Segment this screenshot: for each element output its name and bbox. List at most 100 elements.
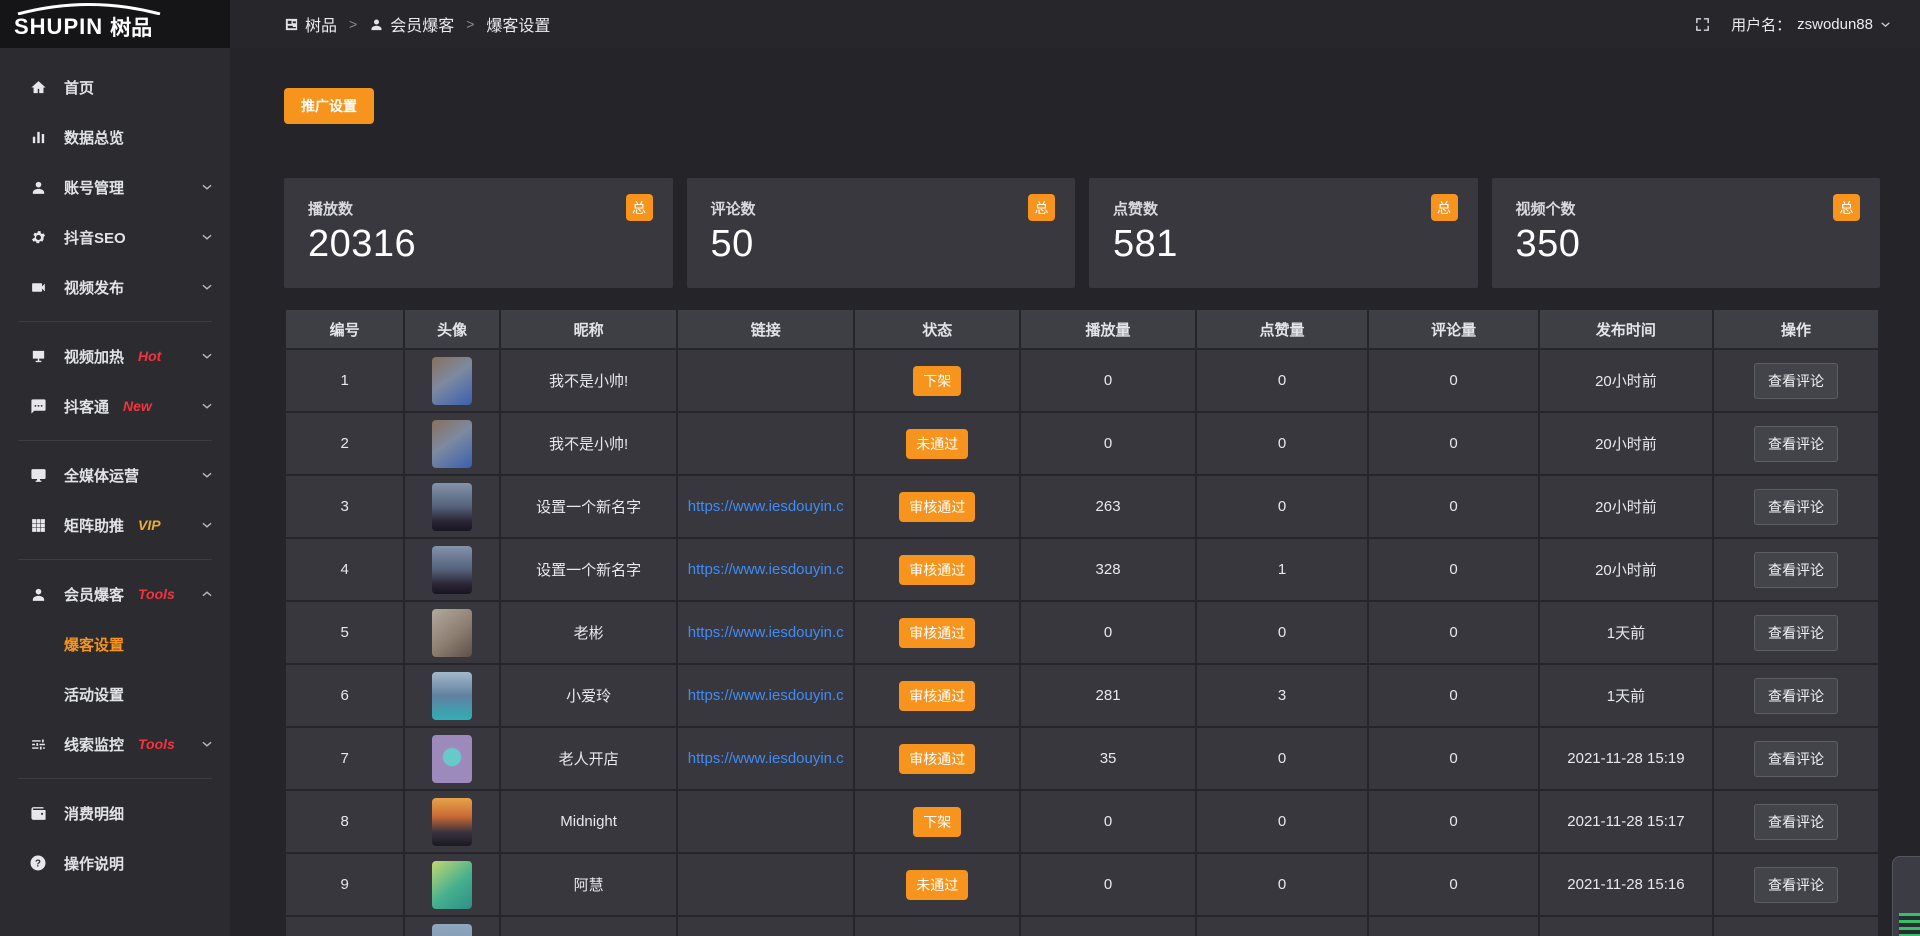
cell-id: 1 <box>284 350 405 413</box>
cell-id <box>284 917 405 936</box>
view-comments-button[interactable]: 查看评论 <box>1754 804 1838 840</box>
cell-plays: 35 <box>1021 728 1197 791</box>
logo-text-cn: 树品 <box>110 12 152 42</box>
cell-avatar <box>405 602 501 665</box>
sidebar-item[interactable]: 数据总览 <box>0 112 230 162</box>
sidebar-item[interactable]: ? 操作说明 <box>0 838 230 888</box>
panel-icon <box>284 17 299 32</box>
sidebar-item[interactable]: 会员爆客 Tools <box>0 569 230 619</box>
cell-plays <box>1021 917 1197 936</box>
cell-time: 1天前 <box>1540 602 1714 665</box>
cell-action: 查看评论 <box>1714 728 1880 791</box>
logo-text-en: SHUPIN <box>14 14 103 40</box>
sidebar-item-label: 矩阵助推 <box>64 515 124 536</box>
user-menu[interactable]: 用户名：zswodun88 <box>1731 14 1892 35</box>
table-row: 7 老人开店 https://www.iesdouyin.c 审核通过 35 0… <box>284 728 1880 791</box>
sidebar-item-tag: Tools <box>138 736 175 752</box>
cell-comments <box>1369 917 1540 936</box>
table-row <box>284 917 1880 936</box>
sidebar-item-label: 账号管理 <box>64 177 124 198</box>
view-comments-button[interactable]: 查看评论 <box>1754 615 1838 651</box>
svg-text:?: ? <box>35 858 41 869</box>
status-badge: 未通过 <box>906 429 968 459</box>
cell-nickname: Midnight <box>501 791 678 854</box>
status-badge: 审核通过 <box>899 555 975 585</box>
stat-total-badge: 总 <box>626 194 653 221</box>
table-body: 1 我不是小帅! 下架 0 0 0 20小时前 查看评论 2 我不是小帅! 未通… <box>284 350 1880 936</box>
sidebar-item[interactable]: 视频发布 <box>0 262 230 312</box>
stat-card: 视频个数 350 总 <box>1492 178 1881 288</box>
topbar: 树品 > 会员爆客 > 爆客设置 用户名：zswodun88 <box>230 0 1920 48</box>
stat-card: 播放数 20316 总 <box>284 178 673 288</box>
table-header-cell: 头像 <box>405 308 501 350</box>
sidebar: 首页 数据总览 账号管理 抖音SEO 视频发布 视频加热 Hot 抖客通 New… <box>0 48 230 936</box>
view-comments-button[interactable]: 查看评论 <box>1754 678 1838 714</box>
stat-total-badge: 总 <box>1431 194 1458 221</box>
user-icon <box>369 17 384 32</box>
sidebar-item[interactable]: 矩阵助推 VIP <box>0 500 230 550</box>
sidebar-item[interactable]: 抖客通 New <box>0 381 230 431</box>
logo-arc <box>14 3 164 15</box>
sidebar-divider <box>18 321 212 322</box>
sidebar-item[interactable]: 消费明细 <box>0 788 230 838</box>
promotion-settings-button[interactable]: 推广设置 <box>284 88 374 124</box>
cell-likes: 0 <box>1197 413 1369 476</box>
sidebar-item-label: 视频加热 <box>64 346 124 367</box>
table-row: 4 设置一个新名字 https://www.iesdouyin.c 审核通过 3… <box>284 539 1880 602</box>
sidebar-item-label: 数据总览 <box>64 127 124 148</box>
cell-time: 20小时前 <box>1540 350 1714 413</box>
view-comments-button[interactable]: 查看评论 <box>1754 489 1838 525</box>
floating-widget[interactable] <box>1892 856 1920 936</box>
cell-link <box>678 917 855 936</box>
monitor-icon <box>28 467 48 484</box>
cell-link: https://www.iesdouyin.c <box>678 602 855 665</box>
app-logo[interactable]: SHUPIN 树品 <box>0 0 230 48</box>
breadcrumb-item-home[interactable]: 树品 <box>284 12 337 36</box>
sidebar-subitem[interactable]: 爆客设置 <box>0 619 230 669</box>
profile-link[interactable]: https://www.iesdouyin.c <box>688 750 844 767</box>
status-badge: 审核通过 <box>899 681 975 711</box>
view-comments-button[interactable]: 查看评论 <box>1754 552 1838 588</box>
cell-link: https://www.iesdouyin.c <box>678 728 855 791</box>
sidebar-item[interactable]: 全媒体运营 <box>0 450 230 500</box>
sidebar-item[interactable]: 首页 <box>0 62 230 112</box>
chat-icon <box>28 398 48 415</box>
cell-status: 审核通过 <box>855 728 1021 791</box>
profile-link[interactable]: https://www.iesdouyin.c <box>688 687 844 704</box>
profile-link[interactable]: https://www.iesdouyin.c <box>688 624 844 641</box>
cell-link <box>678 791 855 854</box>
avatar <box>432 861 472 909</box>
sidebar-nav: 首页 数据总览 账号管理 抖音SEO 视频发布 视频加热 Hot 抖客通 New… <box>0 62 230 888</box>
sidebar-subitem[interactable]: 活动设置 <box>0 669 230 719</box>
cell-comments: 0 <box>1369 539 1540 602</box>
table-header-cell: 点赞量 <box>1197 308 1369 350</box>
view-comments-button[interactable]: 查看评论 <box>1754 867 1838 903</box>
sidebar-divider <box>18 778 212 779</box>
view-comments-button[interactable]: 查看评论 <box>1754 363 1838 399</box>
stat-label: 视频个数 <box>1516 198 1857 219</box>
sidebar-item[interactable]: 账号管理 <box>0 162 230 212</box>
fullscreen-icon[interactable] <box>1694 16 1711 33</box>
view-comments-button[interactable]: 查看评论 <box>1754 426 1838 462</box>
sidebar-item[interactable]: 抖音SEO <box>0 212 230 262</box>
cell-nickname: 老人开店 <box>501 728 678 791</box>
avatar <box>432 735 472 783</box>
view-comments-button[interactable]: 查看评论 <box>1754 741 1838 777</box>
sidebar-item-label: 首页 <box>64 77 94 98</box>
sidebar-item[interactable]: 线索监控 Tools <box>0 719 230 769</box>
cell-avatar <box>405 413 501 476</box>
profile-link[interactable]: https://www.iesdouyin.c <box>688 498 844 515</box>
profile-link[interactable]: https://www.iesdouyin.c <box>688 561 844 578</box>
avatar <box>432 672 472 720</box>
cell-action: 查看评论 <box>1714 476 1880 539</box>
user-icon <box>28 179 48 196</box>
cell-link <box>678 350 855 413</box>
breadcrumb-item-section[interactable]: 会员爆客 <box>369 12 454 36</box>
cell-likes <box>1197 917 1369 936</box>
sidebar-item[interactable]: 视频加热 Hot <box>0 331 230 381</box>
status-badge: 审核通过 <box>899 492 975 522</box>
stat-card: 评论数 50 总 <box>687 178 1076 288</box>
cell-comments: 0 <box>1369 476 1540 539</box>
table-header-cell: 链接 <box>678 308 855 350</box>
cell-id: 7 <box>284 728 405 791</box>
